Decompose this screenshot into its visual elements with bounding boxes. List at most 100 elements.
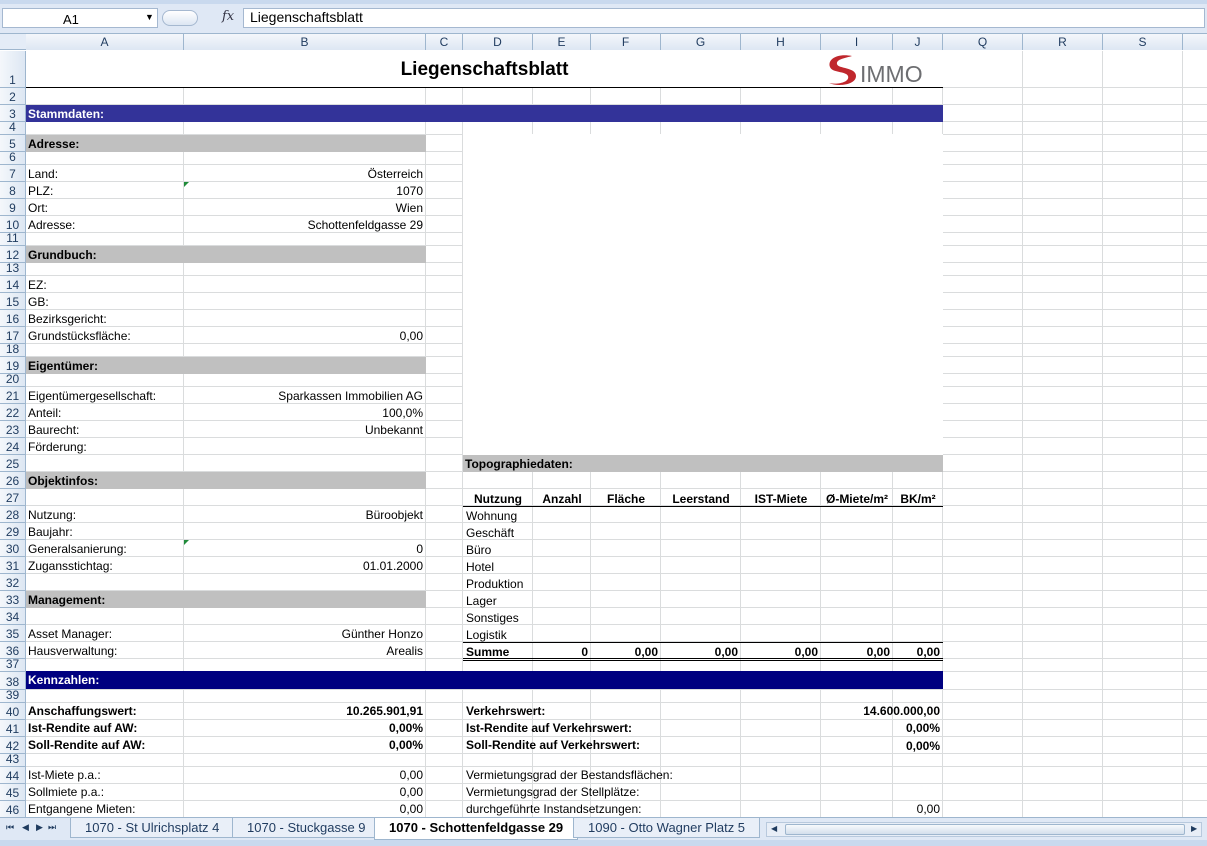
row-header[interactable]: 44 bbox=[0, 767, 26, 784]
value-baurecht[interactable]: Unbekannt bbox=[184, 423, 423, 437]
column-header-j[interactable]: J bbox=[893, 34, 943, 50]
row-header[interactable]: 27 bbox=[0, 489, 26, 506]
value-soll-rendite-aw[interactable]: 0,00% bbox=[184, 738, 423, 752]
row-header[interactable]: 32 bbox=[0, 574, 26, 591]
row-header[interactable]: 2 bbox=[0, 88, 26, 105]
row-header[interactable]: 23 bbox=[0, 421, 26, 438]
column-header-s[interactable]: S bbox=[1103, 34, 1183, 50]
value-verkehrswert[interactable]: 14.600.000,00 bbox=[821, 704, 940, 718]
value-anschaffungswert[interactable]: 10.265.901,91 bbox=[184, 704, 423, 718]
value-instandsetzungen[interactable]: 0,00 bbox=[821, 802, 940, 816]
column-header-a[interactable]: A bbox=[26, 34, 184, 50]
value-hausverwaltung[interactable]: Arealis bbox=[184, 644, 423, 658]
row-header[interactable]: 37 bbox=[0, 657, 26, 672]
worksheet-grid[interactable]: Liegenschaftsblatt IMMO Stammdaten: Adre… bbox=[26, 51, 1207, 817]
label-generalsanierung: Generalsanierung: bbox=[28, 542, 127, 556]
row-header[interactable]: 28 bbox=[0, 506, 26, 523]
row-header[interactable]: 14 bbox=[0, 276, 26, 293]
row-header[interactable]: 30 bbox=[0, 540, 26, 557]
row-header[interactable]: 26 bbox=[0, 472, 26, 489]
summe-miete-m2[interactable]: 0,00 bbox=[821, 645, 890, 659]
name-box[interactable]: A1 ▼ bbox=[2, 8, 158, 28]
insert-function-icon[interactable]: fx bbox=[222, 9, 234, 24]
summe-flaeche[interactable]: 0,00 bbox=[591, 645, 658, 659]
column-header-b[interactable]: B bbox=[184, 34, 426, 50]
value-generalsanierung[interactable]: 0 bbox=[184, 542, 423, 556]
row-header[interactable]: 29 bbox=[0, 523, 26, 540]
row-header[interactable]: 40 bbox=[0, 703, 26, 720]
value-land[interactable]: Österreich bbox=[184, 167, 423, 181]
row-header[interactable]: 7 bbox=[0, 165, 26, 182]
column-header-q[interactable]: Q bbox=[943, 34, 1023, 50]
column-header-f[interactable]: F bbox=[591, 34, 661, 50]
value-plz[interactable]: 1070 bbox=[184, 184, 423, 198]
value-entgangene-mieten[interactable]: 0,00 bbox=[184, 802, 423, 816]
column-header-i[interactable]: I bbox=[821, 34, 893, 50]
row-header[interactable]: 31 bbox=[0, 557, 26, 574]
row-header[interactable]: 13 bbox=[0, 261, 26, 276]
value-eigentuemergesellschaft[interactable]: Sparkassen Immobilien AG bbox=[184, 389, 423, 403]
value-anteil[interactable]: 100,0% bbox=[184, 406, 423, 420]
column-header-next[interactable] bbox=[1183, 34, 1207, 50]
scroll-right-icon[interactable]: ▶ bbox=[1191, 824, 1197, 833]
summe-anzahl[interactable]: 0 bbox=[533, 645, 588, 659]
row-header[interactable]: 25 bbox=[0, 455, 26, 472]
scroll-left-icon[interactable]: ◀ bbox=[771, 824, 777, 833]
value-nutzung[interactable]: Büroobjekt bbox=[184, 508, 423, 522]
column-header-g[interactable]: G bbox=[661, 34, 741, 50]
value-grundstuecksflaeche[interactable]: 0,00 bbox=[184, 329, 423, 343]
value-ist-rendite-aw[interactable]: 0,00% bbox=[184, 721, 423, 735]
value-adresse[interactable]: Schottenfeldgasse 29 bbox=[184, 218, 423, 232]
prev-sheet-icon[interactable]: ◀ bbox=[22, 822, 29, 833]
row-header[interactable]: 39 bbox=[0, 688, 26, 703]
row-header[interactable]: 11 bbox=[0, 231, 26, 246]
last-sheet-icon[interactable]: ⏭ bbox=[48, 822, 56, 833]
scrollbar-thumb[interactable] bbox=[785, 824, 1185, 835]
row-header[interactable]: 16 bbox=[0, 310, 26, 327]
row-header[interactable]: 8 bbox=[0, 182, 26, 199]
column-header-d[interactable]: D bbox=[463, 34, 533, 50]
row-header[interactable]: 34 bbox=[0, 608, 26, 625]
row-header[interactable]: 21 bbox=[0, 387, 26, 404]
first-sheet-icon[interactable]: ⏮ bbox=[6, 822, 14, 833]
row-header[interactable]: 22 bbox=[0, 404, 26, 421]
tab-otto-wagner-platz-5[interactable]: 1090 - Otto Wagner Platz 5 bbox=[573, 818, 761, 838]
row-header[interactable]: 46 bbox=[0, 801, 26, 818]
row-header[interactable]: 4 bbox=[0, 120, 26, 135]
value-soll-rendite-vw[interactable]: 0,00% bbox=[821, 739, 940, 753]
column-header-e[interactable]: E bbox=[533, 34, 591, 50]
tab-stuckgasse-9[interactable]: 1070 - Stuckgasse 9 bbox=[232, 818, 381, 838]
row-header[interactable]: 9 bbox=[0, 199, 26, 216]
value-sollmiete[interactable]: 0,00 bbox=[184, 785, 423, 799]
column-header-c[interactable]: C bbox=[426, 34, 463, 50]
row-header[interactable]: 1 bbox=[0, 51, 26, 88]
chevron-down-icon[interactable]: ▼ bbox=[145, 12, 154, 22]
column-header-r[interactable]: R bbox=[1023, 34, 1103, 50]
value-asset-manager[interactable]: Günther Honzo bbox=[184, 627, 423, 641]
tab-st-ulrichsplatz-4[interactable]: 1070 - St Ulrichsplatz 4 bbox=[70, 818, 235, 838]
row-header[interactable]: 43 bbox=[0, 752, 26, 767]
value-ist-miete[interactable]: 0,00 bbox=[184, 768, 423, 782]
row-header[interactable]: 33 bbox=[0, 591, 26, 608]
row-header[interactable]: 45 bbox=[0, 784, 26, 801]
summe-ist-miete[interactable]: 0,00 bbox=[741, 645, 818, 659]
tab-schottenfeldgasse-29[interactable]: 1070 - Schottenfeldgasse 29 bbox=[374, 818, 579, 840]
value-zugansstichtag[interactable]: 01.01.2000 bbox=[184, 559, 423, 573]
label-foerderung: Förderung: bbox=[28, 440, 87, 454]
row-header[interactable]: 20 bbox=[0, 372, 26, 387]
value-ist-rendite-vw[interactable]: 0,00% bbox=[821, 721, 940, 735]
expand-icon[interactable] bbox=[162, 10, 198, 26]
row-header[interactable]: 35 bbox=[0, 625, 26, 642]
summe-leerstand[interactable]: 0,00 bbox=[661, 645, 738, 659]
row-header[interactable]: 41 bbox=[0, 720, 26, 737]
next-sheet-icon[interactable]: ▶ bbox=[36, 822, 43, 833]
horizontal-scrollbar[interactable]: ◀ ▶ bbox=[766, 822, 1202, 837]
row-header[interactable]: 6 bbox=[0, 150, 26, 165]
column-header-h[interactable]: H bbox=[741, 34, 821, 50]
value-ort[interactable]: Wien bbox=[184, 201, 423, 215]
row-header[interactable]: 15 bbox=[0, 293, 26, 310]
row-header[interactable]: 24 bbox=[0, 438, 26, 455]
formula-input[interactable]: Liegenschaftsblatt bbox=[243, 8, 1205, 28]
summe-bk-m2[interactable]: 0,00 bbox=[893, 645, 940, 659]
row-header[interactable]: 18 bbox=[0, 342, 26, 357]
